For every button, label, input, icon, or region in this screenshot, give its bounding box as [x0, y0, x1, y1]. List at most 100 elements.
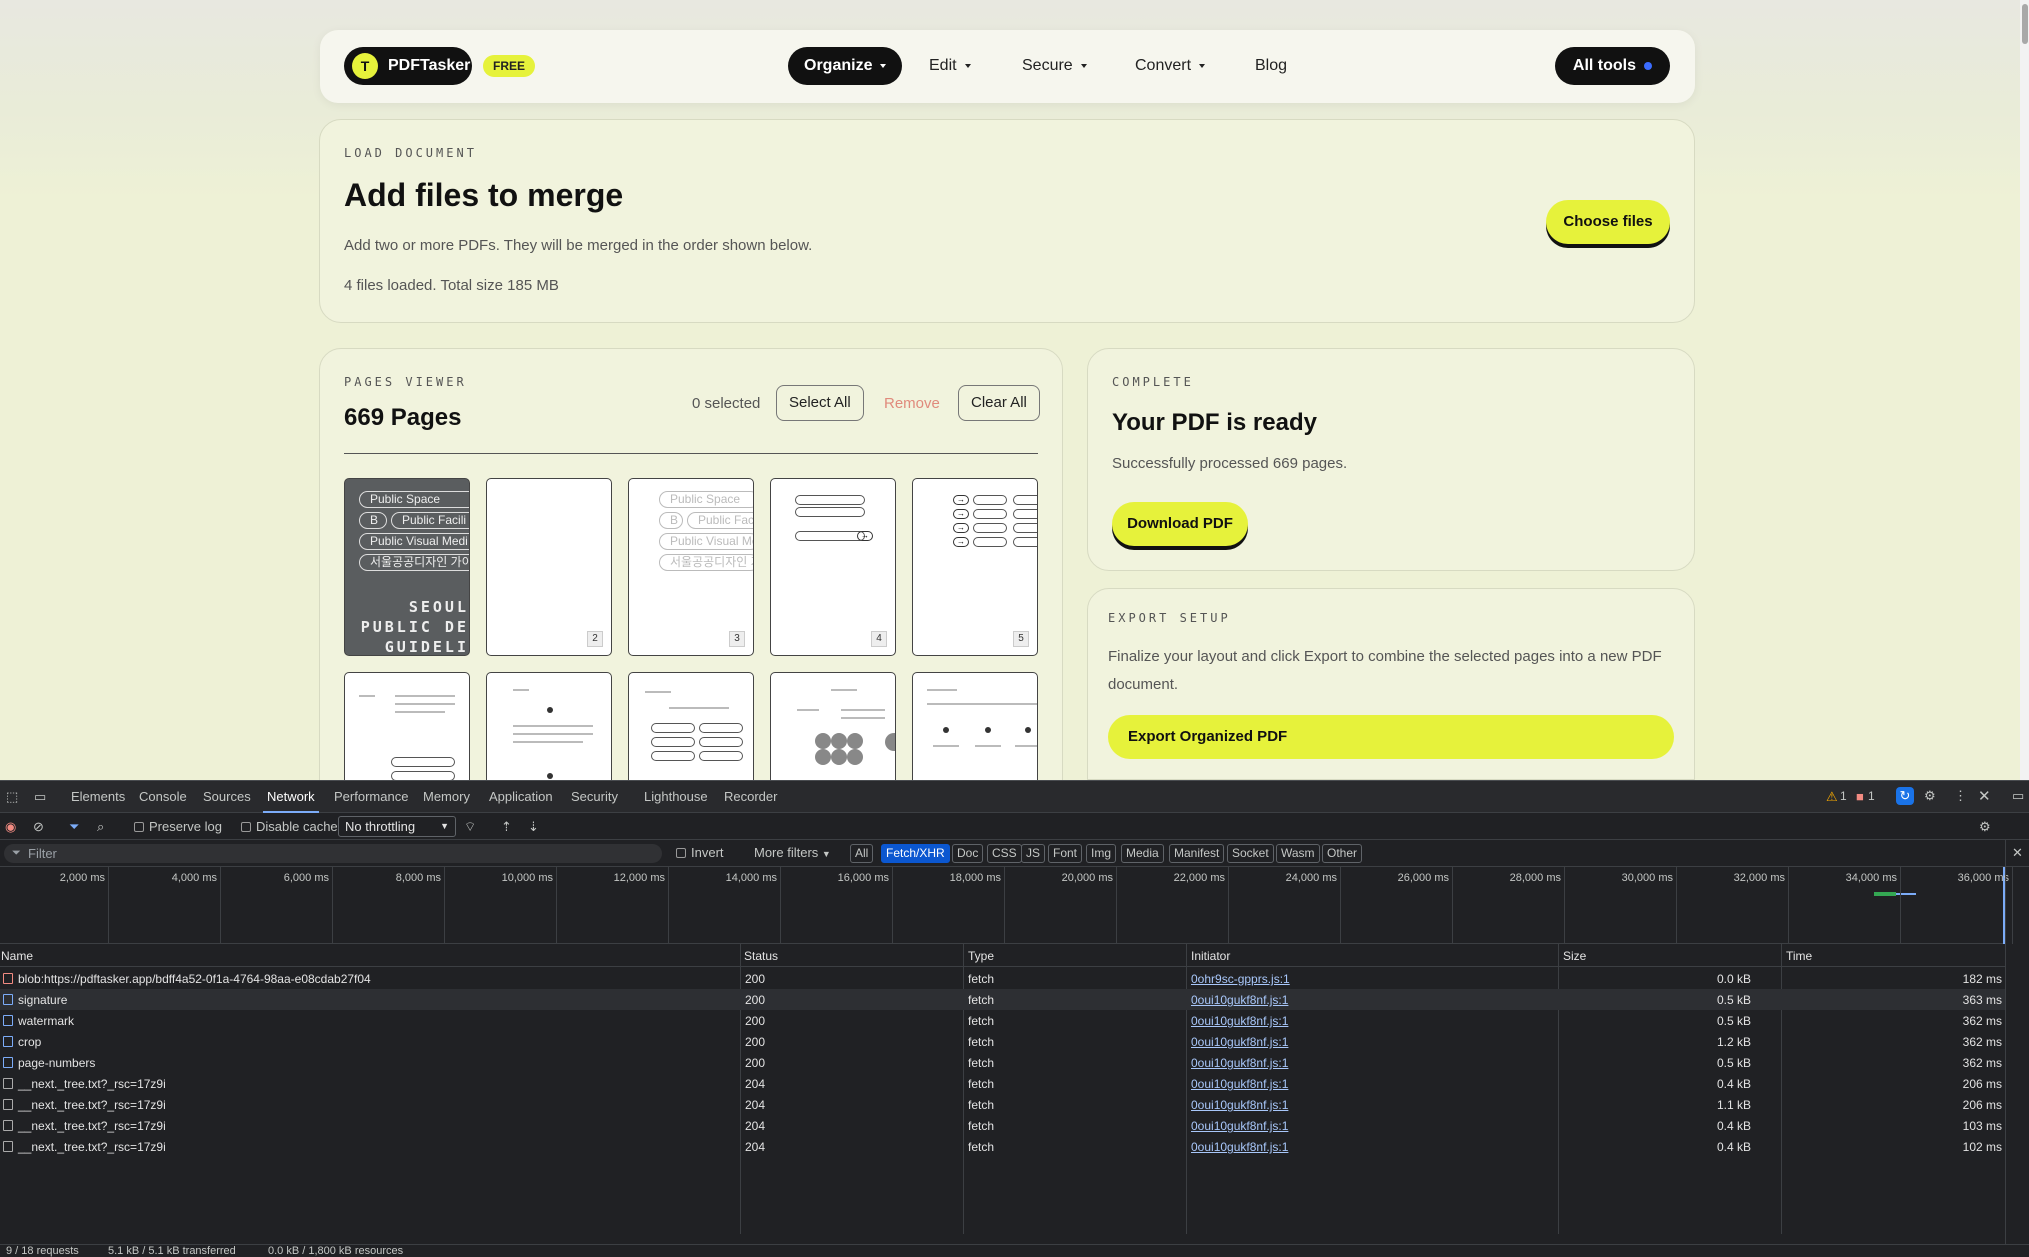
device-toolbar-icon[interactable]: ▭	[34, 789, 46, 805]
page-thumbnail[interactable]: Public Space B Public Facili Public Visu…	[628, 478, 754, 656]
search-icon[interactable]: ⌕	[97, 819, 104, 835]
request-initiator[interactable]: 0oui10gukf8nf.js:1	[1191, 1140, 1288, 1154]
type-chip-js[interactable]: JS	[1021, 844, 1046, 863]
brand-logo[interactable]: T PDFTasker	[344, 47, 472, 85]
tab-memory[interactable]: Memory	[423, 789, 470, 804]
choose-files-button[interactable]: Choose files	[1546, 200, 1670, 244]
inspect-element-icon[interactable]: ⬚	[6, 789, 18, 805]
page-thumbnail[interactable]	[770, 672, 896, 780]
type-chip-other[interactable]: Other	[1322, 844, 1363, 863]
table-row[interactable]: __next._tree.txt?_rsc=17z9i 204 fetch 0oui1…	[0, 1136, 2005, 1157]
type-chip-socket[interactable]: Socket	[1227, 844, 1274, 863]
tab-elements[interactable]: Elements	[71, 789, 125, 804]
tab-application[interactable]: Application	[489, 789, 553, 804]
request-name[interactable]: __next._tree.txt?_rsc=17z9i	[3, 1098, 166, 1112]
export-organized-pdf-button[interactable]: Export Organized PDF	[1108, 715, 1674, 759]
column-header-name[interactable]: Name	[1, 949, 33, 963]
request-initiator[interactable]: 0oui10gukf8nf.js:1	[1191, 1035, 1288, 1049]
page-thumbnail[interactable]: → → → → 5	[912, 478, 1038, 656]
tab-sources[interactable]: Sources	[203, 789, 251, 804]
table-row[interactable]: __next._tree.txt?_rsc=17z9i 204 fetch 0oui1…	[0, 1073, 2005, 1094]
table-row[interactable]: signature 200 fetch 0oui10gukf8nf.js:1 0.5 k…	[0, 989, 2005, 1010]
table-row[interactable]: watermark 200 fetch 0oui10gukf8nf.js:1 0.5 k…	[0, 1010, 2005, 1031]
type-chip-doc[interactable]: Doc	[952, 844, 984, 863]
filter-funnel-icon[interactable]: ⏷	[69, 819, 79, 835]
invert-checkbox[interactable]: Invert	[676, 845, 724, 860]
type-chip-css[interactable]: CSS	[987, 844, 1022, 863]
column-header-type[interactable]: Type	[968, 949, 994, 963]
error-icon[interactable]: ■	[1856, 789, 1864, 804]
request-name[interactable]: watermark	[3, 1014, 74, 1028]
type-chip-manifest[interactable]: Manifest	[1169, 844, 1225, 863]
request-name[interactable]: signature	[3, 993, 67, 1007]
remove-button[interactable]: Remove	[884, 395, 940, 412]
type-chip-all[interactable]: All	[850, 844, 874, 863]
table-row[interactable]: crop 200 fetch 0oui10gukf8nf.js:1 1.2 kB 362 …	[0, 1031, 2005, 1052]
request-name[interactable]: __next._tree.txt?_rsc=17z9i	[3, 1140, 166, 1154]
page-thumbnail[interactable]	[344, 672, 470, 780]
page-thumbnail[interactable]	[628, 672, 754, 780]
more-options-icon[interactable]: ⋮	[1954, 788, 1967, 804]
request-name[interactable]: __next._tree.txt?_rsc=17z9i	[3, 1119, 166, 1133]
nav-secure[interactable]: Secure	[1022, 47, 1087, 85]
tab-network[interactable]: Network	[263, 789, 319, 813]
table-row[interactable]: __next._tree.txt?_rsc=17z9i 204 fetch 0oui1…	[0, 1094, 2005, 1115]
request-initiator[interactable]: 0oui10gukf8nf.js:1	[1191, 993, 1288, 1007]
tab-performance[interactable]: Performance	[334, 789, 408, 804]
clear-all-button[interactable]: Clear All	[958, 385, 1040, 421]
request-name[interactable]: blob:https://pdftasker.app/bdff4a52-0f1a…	[3, 972, 371, 986]
scrollbar-thumb[interactable]	[2022, 4, 2028, 44]
request-initiator[interactable]: 0ohr9sc-gpprs.js:1	[1191, 972, 1290, 986]
request-initiator[interactable]: 0oui10gukf8nf.js:1	[1191, 1119, 1288, 1133]
warning-icon[interactable]: ⚠	[1826, 789, 1838, 805]
request-initiator[interactable]: 0oui10gukf8nf.js:1	[1191, 1056, 1288, 1070]
filter-input[interactable]: ⏷ Filter	[4, 844, 662, 863]
type-chip-media[interactable]: Media	[1121, 844, 1164, 863]
throttling-select[interactable]: No throttling ▼	[338, 816, 456, 837]
type-chip-font[interactable]: Font	[1048, 844, 1083, 863]
clear-log-icon[interactable]: ⊘	[33, 819, 44, 835]
request-name[interactable]: page-numbers	[3, 1056, 95, 1070]
download-pdf-button[interactable]: Download PDF	[1112, 502, 1248, 546]
more-filters-dropdown[interactable]: More filters ▼	[754, 845, 831, 860]
import-har-icon[interactable]: ⇡	[501, 819, 512, 835]
table-row[interactable]: blob:https://pdftasker.app/bdff4a52-0f1a…	[0, 968, 2005, 989]
network-settings-gear-icon[interactable]: ⚙	[1979, 819, 1991, 835]
column-header-status[interactable]: Status	[744, 949, 778, 963]
request-initiator[interactable]: 0oui10gukf8nf.js:1	[1191, 1098, 1288, 1112]
page-thumbnail[interactable]	[912, 672, 1038, 780]
column-header-initiator[interactable]: Initiator	[1191, 949, 1230, 963]
network-conditions-icon[interactable]: ⌔	[464, 819, 476, 835]
nav-convert[interactable]: Convert	[1135, 47, 1206, 85]
preserve-log-checkbox[interactable]: Preserve log	[134, 819, 222, 834]
tab-security[interactable]: Security	[571, 789, 618, 804]
nav-blog[interactable]: Blog	[1255, 47, 1287, 85]
type-chip-wasm[interactable]: Wasm	[1276, 844, 1320, 863]
extension-icon[interactable]: ↻	[1896, 787, 1914, 805]
export-har-icon[interactable]: ⇣	[528, 819, 539, 835]
request-name[interactable]: __next._tree.txt?_rsc=17z9i	[3, 1077, 166, 1091]
all-tools-button[interactable]: All tools	[1554, 47, 1670, 85]
table-row[interactable]: __next._tree.txt?_rsc=17z9i 204 fetch 0oui1…	[0, 1115, 2005, 1136]
dock-side-icon[interactable]: ▭	[2012, 788, 2024, 804]
page-scrollbar[interactable]	[2020, 0, 2029, 780]
settings-gear-icon[interactable]: ⚙	[1924, 788, 1936, 804]
tab-lighthouse[interactable]: Lighthouse	[644, 789, 708, 804]
nav-organize[interactable]: Organize	[788, 47, 903, 85]
network-timeline-overview[interactable]: 2,000 ms 4,000 ms 6,000 ms 8,000 ms 10,000 m…	[0, 867, 2013, 944]
close-devtools-icon[interactable]: ✕	[1978, 787, 1991, 805]
column-header-time[interactable]: Time	[1786, 949, 1812, 963]
nav-edit[interactable]: Edit	[929, 47, 971, 85]
record-stop-icon[interactable]: ◉	[5, 819, 16, 835]
type-chip-img[interactable]: Img	[1086, 844, 1117, 863]
type-chip-fetch-xhr[interactable]: Fetch/XHR	[881, 844, 950, 863]
column-header-size[interactable]: Size	[1563, 949, 1586, 963]
page-thumbnail[interactable]: 2	[486, 478, 612, 656]
page-thumbnail[interactable]	[486, 672, 612, 780]
tab-recorder[interactable]: Recorder	[724, 789, 777, 804]
request-initiator[interactable]: 0oui10gukf8nf.js:1	[1191, 1014, 1288, 1028]
tab-console[interactable]: Console	[139, 789, 187, 804]
request-name[interactable]: crop	[3, 1035, 41, 1049]
request-initiator[interactable]: 0oui10gukf8nf.js:1	[1191, 1077, 1288, 1091]
table-row[interactable]: page-numbers 200 fetch 0oui10gukf8nf.js:1 0.…	[0, 1052, 2005, 1073]
